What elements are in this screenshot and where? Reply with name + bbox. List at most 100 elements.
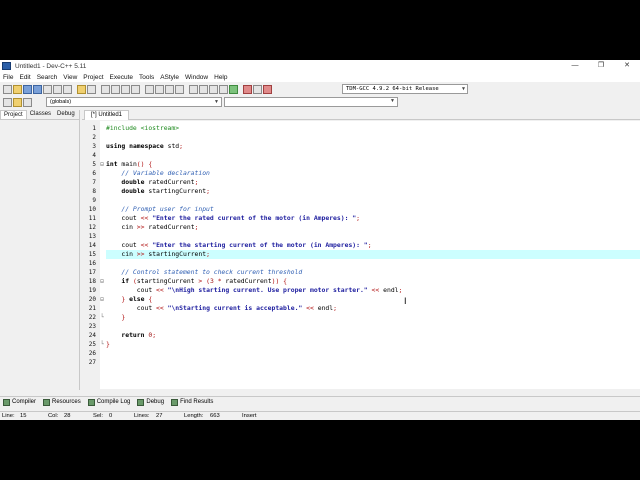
function-select[interactable]: ▼ bbox=[224, 97, 398, 107]
code-text: cout << "Enter the starting current of t… bbox=[121, 241, 372, 249]
tab-classes[interactable]: Classes bbox=[27, 110, 54, 119]
code-line[interactable]: 24 return 0; bbox=[89, 331, 640, 340]
close-file-icon[interactable] bbox=[43, 84, 52, 94]
code-line[interactable]: 16 bbox=[89, 259, 640, 268]
code-line[interactable]: 25 └} bbox=[89, 340, 640, 349]
menu-view[interactable]: View bbox=[63, 74, 77, 81]
code-line[interactable]: 17 // Control statement to check current… bbox=[89, 268, 640, 277]
status-line-label: Line: bbox=[2, 413, 15, 419]
status-mode: Insert bbox=[242, 413, 257, 419]
code-line[interactable]: 4 bbox=[92, 151, 640, 160]
code-line[interactable]: 22 └ } bbox=[89, 313, 640, 322]
menu-search[interactable]: Search bbox=[37, 74, 58, 81]
code-line[interactable]: 18 ⊟ if (startingCurrent > (3 * ratedCurr… bbox=[89, 277, 640, 286]
code-line[interactable]: 19 cout << "\nHigh starting current. Use… bbox=[89, 286, 640, 295]
bookmark-icon[interactable] bbox=[13, 97, 22, 107]
fold-marker-icon[interactable]: ⊟ bbox=[99, 277, 105, 286]
rebuild-icon[interactable] bbox=[219, 84, 228, 94]
editor-tab-untitled1[interactable]: [*] Untitled1 bbox=[84, 110, 130, 120]
code-line[interactable]: 23 bbox=[89, 322, 640, 331]
code-line[interactable]: 9 bbox=[92, 196, 640, 205]
print-icon[interactable] bbox=[63, 84, 72, 94]
undo-icon[interactable] bbox=[77, 84, 86, 94]
status-length-value: 663 bbox=[210, 413, 220, 419]
find-next-icon[interactable] bbox=[121, 84, 130, 94]
stop-execution-icon[interactable] bbox=[243, 84, 252, 94]
tab-debug-output[interactable]: Debug bbox=[137, 398, 164, 406]
compile-run-icon[interactable] bbox=[209, 84, 218, 94]
code-text: cout << "\nStarting current is acceptabl… bbox=[136, 304, 337, 312]
maximize-button[interactable]: ❐ bbox=[588, 60, 614, 72]
main-toolbar: TDM-GCC 4.9.2 64-bit Release ▼ bbox=[0, 82, 640, 96]
code-line[interactable]: 20 ⊟ } else { bbox=[89, 295, 640, 304]
insert-icon[interactable] bbox=[3, 97, 12, 107]
tab-find-results[interactable]: Find Results bbox=[171, 398, 213, 406]
save-icon[interactable] bbox=[23, 84, 32, 94]
code-line[interactable]: 10 // Prompt user for input bbox=[89, 205, 640, 214]
tab-project[interactable]: Project bbox=[0, 110, 27, 119]
code-area[interactable]: 1 #include <iostream> 2 3 using namespace st… bbox=[89, 121, 640, 389]
code-editor[interactable]: 1 #include <iostream> 2 3 using namespace st… bbox=[82, 121, 640, 389]
tab-compile-log[interactable]: Compile Log bbox=[87, 398, 130, 406]
code-line[interactable]: 3 using namespace std; bbox=[92, 142, 640, 151]
code-line[interactable]: 27 bbox=[89, 358, 640, 367]
code-line[interactable]: 12 cin >> ratedCurrent; bbox=[89, 223, 640, 232]
code-line[interactable]: 6 // Variable declaration bbox=[92, 169, 640, 178]
redo-icon[interactable] bbox=[87, 84, 96, 94]
goto-icon[interactable] bbox=[23, 97, 32, 107]
code-line[interactable]: 1 #include <iostream> bbox=[92, 124, 640, 133]
code-line[interactable]: 2 bbox=[92, 133, 640, 142]
close-button[interactable]: ✕ bbox=[614, 60, 640, 72]
menu-tools[interactable]: Tools bbox=[139, 74, 154, 81]
goto-bookmark-icon[interactable] bbox=[175, 84, 184, 94]
fold-marker-icon[interactable]: ⊟ bbox=[99, 295, 105, 304]
code-line[interactable]: 14 cout << "Enter the starting current o… bbox=[89, 241, 640, 250]
menu-astyle[interactable]: AStyle bbox=[160, 74, 179, 81]
code-text: int main() { bbox=[106, 160, 153, 168]
tab-debug[interactable]: Debug bbox=[54, 110, 78, 119]
code-line[interactable]: 7 double ratedCurrent; bbox=[92, 178, 640, 187]
fold-marker-icon[interactable]: ⊟ bbox=[99, 160, 105, 169]
scope-select[interactable]: (globals) ▼ bbox=[46, 97, 222, 107]
replace-icon[interactable] bbox=[111, 84, 120, 94]
save-all-icon[interactable] bbox=[33, 84, 42, 94]
code-line[interactable]: 13 bbox=[89, 232, 640, 241]
chart-icon[interactable] bbox=[263, 84, 272, 94]
syntax-check-icon[interactable] bbox=[229, 84, 238, 94]
menu-window[interactable]: Window bbox=[185, 74, 208, 81]
menu-execute[interactable]: Execute bbox=[110, 74, 134, 81]
minimize-button[interactable]: — bbox=[562, 60, 588, 72]
code-text: // Control statement to check current th… bbox=[121, 268, 303, 276]
code-line[interactable]: 11 cout << "Enter the rated current of t… bbox=[89, 214, 640, 223]
code-line[interactable]: 15 cin >> startingCurrent; bbox=[89, 250, 640, 259]
code-line[interactable]: 21 cout << "\nStarting current is accept… bbox=[89, 304, 640, 313]
code-line[interactable]: 26 bbox=[89, 349, 640, 358]
indent-icon[interactable] bbox=[145, 84, 154, 94]
menu-edit[interactable]: Edit bbox=[19, 74, 30, 81]
run-icon[interactable] bbox=[199, 84, 208, 94]
status-col-label: Col: bbox=[48, 413, 59, 419]
menu-project[interactable]: Project bbox=[83, 74, 103, 81]
tab-compiler[interactable]: Compiler bbox=[3, 398, 36, 406]
compiler-icon bbox=[3, 398, 10, 406]
line-number: 18 bbox=[88, 278, 96, 285]
line-number: 8 bbox=[92, 188, 96, 195]
chevron-down-icon: ▼ bbox=[461, 86, 465, 92]
menu-file[interactable]: File bbox=[3, 74, 13, 81]
goto-line-icon[interactable] bbox=[131, 84, 140, 94]
code-line[interactable]: 8 double startingCurrent; bbox=[92, 187, 640, 196]
new-file-icon[interactable] bbox=[3, 84, 12, 94]
code-text: cin >> ratedCurrent; bbox=[121, 223, 199, 231]
find-icon[interactable] bbox=[101, 84, 110, 94]
profile-icon[interactable] bbox=[253, 84, 262, 94]
compiler-select[interactable]: TDM-GCC 4.9.2 64-bit Release ▼ bbox=[342, 84, 468, 94]
compile-icon[interactable] bbox=[189, 84, 198, 94]
tab-resources[interactable]: Resources bbox=[43, 398, 81, 406]
line-number: 14 bbox=[88, 242, 96, 249]
unindent-icon[interactable] bbox=[155, 84, 164, 94]
close-all-icon[interactable] bbox=[53, 84, 62, 94]
code-line[interactable]: 5 ⊟ int main() { bbox=[92, 160, 640, 169]
open-file-icon[interactable] bbox=[13, 84, 22, 94]
toggle-bookmark-icon[interactable] bbox=[165, 84, 174, 94]
menu-help[interactable]: Help bbox=[214, 74, 227, 81]
